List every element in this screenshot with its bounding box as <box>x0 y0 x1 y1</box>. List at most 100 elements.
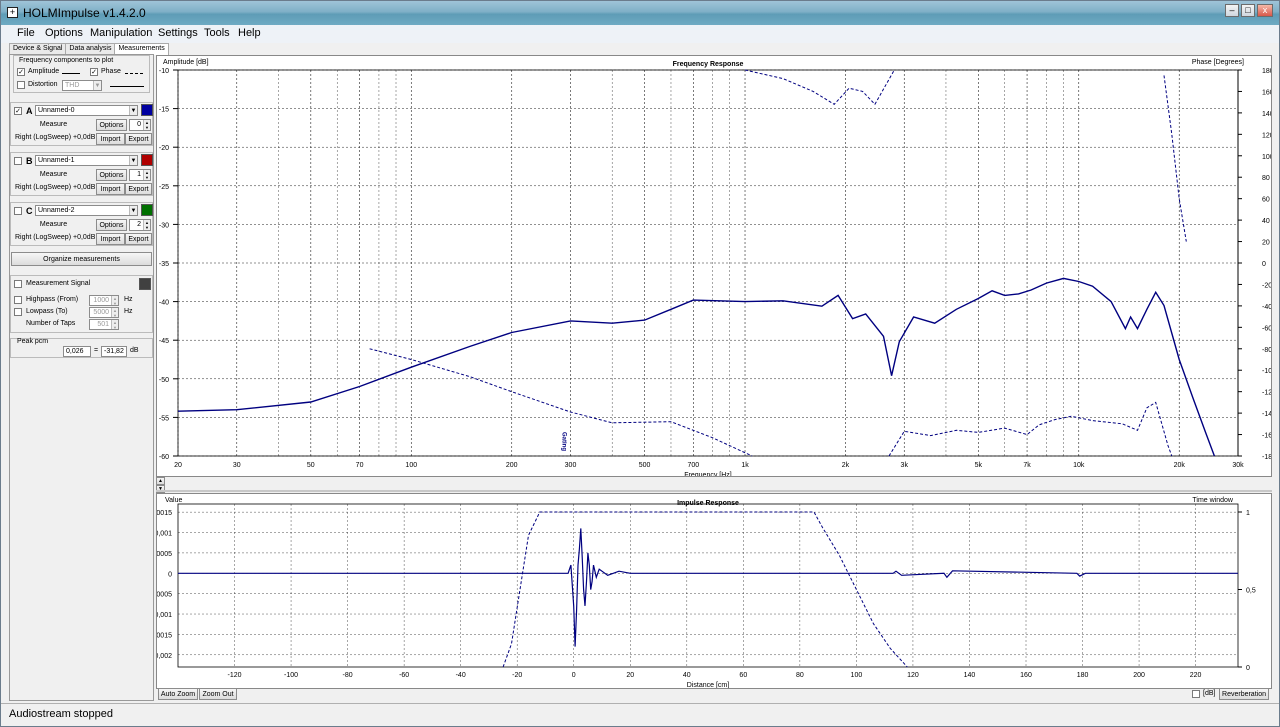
menu-manipulation[interactable]: Manipulation <box>90 27 152 39</box>
measurement-c-name-select[interactable]: Unnamed-2 ▼ <box>35 205 138 216</box>
lowpass-label: Lowpass (To) <box>26 308 68 315</box>
title-bar[interactable]: + HOLMImpulse v1.4.2.0 – □ x <box>1 1 1279 25</box>
measurement-b-index-spinner[interactable]: 1 ▲ ▼ <box>129 169 151 181</box>
expand-up-button[interactable]: ▲ <box>156 477 165 485</box>
measurement-c-color-swatch[interactable] <box>141 204 153 216</box>
frequency-response-panel[interactable]: -10 -15 -20 -25 -30 -35 -40 -45 -50 -55 -60 180 160 1… <box>156 55 1276 479</box>
measurement-c-export-button[interactable]: Export <box>125 233 152 245</box>
phase-checkbox[interactable]: ✓ <box>90 68 98 76</box>
minimize-button[interactable]: – <box>1225 4 1239 17</box>
spinner-arrows-icon[interactable]: ▲ ▼ <box>143 220 150 230</box>
measurement-c-measure-button[interactable]: Measure <box>13 219 94 231</box>
spinner-arrows-icon[interactable]: ▲ ▼ <box>143 170 150 180</box>
tab-data-analysis[interactable]: Data analysis <box>65 43 116 54</box>
measurement-a-color-swatch[interactable] <box>141 104 153 116</box>
x-tick-label: 5k <box>975 462 983 469</box>
measurement-a-measure-button[interactable]: Measure <box>13 119 94 131</box>
tab-device-signal[interactable]: Device & Signal <box>9 43 67 54</box>
measurement-b-options-button[interactable]: Options <box>96 169 127 181</box>
y2-tick-label: 0 <box>1262 261 1266 268</box>
taps-value: 501 <box>97 321 109 328</box>
measurement-b-name-select[interactable]: Unnamed-1 ▼ <box>35 155 138 166</box>
lowpass-spinner[interactable]: 5000 ▲ ▼ <box>89 307 119 318</box>
y2-axis-label: Phase [Degrees] <box>1192 59 1244 66</box>
measurement-c-checkbox[interactable] <box>14 207 22 215</box>
maximize-button[interactable]: □ <box>1241 4 1255 17</box>
measurement-c-import-button[interactable]: Import <box>96 233 125 245</box>
menu-help[interactable]: Help <box>238 27 261 39</box>
y-tick-label: -0,0005 <box>157 592 172 599</box>
app-window: + HOLMImpulse v1.4.2.0 – □ x File Option… <box>0 0 1280 727</box>
measurement-a-options-button[interactable]: Options <box>96 119 127 131</box>
distortion-select[interactable]: THD ▼ <box>62 80 102 91</box>
measurements-panel: Frequency components to plot ✓ Amplitude… <box>9 54 154 701</box>
menu-tools[interactable]: Tools <box>204 27 230 39</box>
y2-tick-label: -140 <box>1262 411 1271 418</box>
spinner-arrows-icon[interactable]: ▲ ▼ <box>111 296 118 306</box>
spinner-arrows-icon[interactable]: ▲ ▼ <box>111 320 118 330</box>
y-tick-label: -20 <box>159 145 169 152</box>
measurement-a-index-spinner[interactable]: 0 ▲ ▼ <box>129 119 151 131</box>
peak-pcm-field[interactable]: 0,026 <box>63 346 91 357</box>
measurement-signal-checkbox[interactable] <box>14 280 22 288</box>
y2-tick-label: 1 <box>1246 510 1250 517</box>
spinner-arrows-icon[interactable]: ▲ ▼ <box>111 308 118 318</box>
auto-zoom-button[interactable]: Auto Zoom <box>158 688 198 700</box>
measurement-c-options-button[interactable]: Options <box>96 219 127 231</box>
status-bar: Audiostream stopped <box>1 703 1279 726</box>
splitter[interactable] <box>156 490 1272 492</box>
peak-db-field[interactable]: -31,82 <box>101 346 127 357</box>
measurement-a-export-button[interactable]: Export <box>125 133 152 145</box>
lowpass-checkbox[interactable] <box>14 308 22 316</box>
x-tick-label: 120 <box>907 672 919 679</box>
y2-tick-label: -60 <box>1262 325 1271 332</box>
measurement-b-import-button[interactable]: Import <box>96 183 125 195</box>
zoom-out-button[interactable]: Zoom Out <box>199 688 237 700</box>
y-tick-label: -35 <box>159 261 169 268</box>
taps-spinner[interactable]: 501 ▲ ▼ <box>89 319 119 330</box>
measurement-a-import-button[interactable]: Import <box>96 133 125 145</box>
x-tick-label: 30k <box>1232 462 1244 469</box>
menu-file[interactable]: File <box>17 27 35 39</box>
phase-line-sample <box>125 73 143 74</box>
phase-label: Phase <box>101 68 121 75</box>
close-button[interactable]: x <box>1257 4 1273 17</box>
menu-settings[interactable]: Settings <box>158 27 198 39</box>
x-tick-label: 3k <box>901 462 909 469</box>
y-tick-label: -15 <box>159 107 169 114</box>
measurement-b-color-swatch[interactable] <box>141 154 153 166</box>
x-tick-label: 100 <box>405 462 417 469</box>
measurement-b-measure-button[interactable]: Measure <box>13 169 94 181</box>
measurement-c-index-spinner[interactable]: 2 ▲ ▼ <box>129 219 151 231</box>
frequency-response-chart[interactable]: -10 -15 -20 -25 -30 -35 -40 -45 -50 -55 -60 180 160 1… <box>157 56 1276 479</box>
measurement-b-export-button[interactable]: Export <box>125 183 152 195</box>
measurement-b-checkbox[interactable] <box>14 157 22 165</box>
measurement-c-letter: C <box>26 206 33 216</box>
db-checkbox[interactable] <box>1192 690 1200 698</box>
reverberation-button[interactable]: Reverberation <box>1219 688 1269 700</box>
y2-tick-label: -100 <box>1262 368 1271 375</box>
spinner-arrows-icon[interactable]: ▲ ▼ <box>143 120 150 130</box>
x-tick-label: 300 <box>565 462 577 469</box>
menu-options[interactable]: Options <box>45 27 83 39</box>
impulse-response-chart[interactable]: -120 -100 -80 -60 -40 -20 0 20 40 60 80 100 120 140 16… <box>148 494 1271 689</box>
distortion-checkbox[interactable] <box>17 81 25 89</box>
measurement-a-group: ✓ A Unnamed-0 ▼ Measure Options 0 ▲ ▼ Right… <box>10 102 153 146</box>
amplitude-checkbox[interactable]: ✓ <box>17 68 25 76</box>
impulse-response-panel[interactable]: -120 -100 -80 -60 -40 -20 0 20 40 60 80 100 120 140 16… <box>148 493 1272 689</box>
y2-tick-label: 0,5 <box>1246 588 1256 595</box>
chevron-down-icon: ▼ <box>129 106 137 115</box>
y-tick-label: -40 <box>159 300 169 307</box>
phase-series-line-4 <box>1163 75 1187 242</box>
measurement-a-checkbox[interactable]: ✓ <box>14 107 22 115</box>
highpass-checkbox[interactable] <box>14 296 22 304</box>
y2-tick-label: 180 <box>1262 68 1271 75</box>
measurement-a-name-select[interactable]: Unnamed-0 ▼ <box>35 105 138 116</box>
measurement-b-group: B Unnamed-1 ▼ Measure Options 1 ▲ ▼ Right (… <box>10 152 153 196</box>
highpass-spinner[interactable]: 1000 ▲ ▼ <box>89 295 119 306</box>
x-tick-label: 100 <box>851 672 863 679</box>
chevron-down-icon: ▼ <box>129 206 137 215</box>
frequency-components-group: Frequency components to plot ✓ Amplitude… <box>13 55 150 93</box>
measurement-signal-color-swatch[interactable] <box>139 278 151 290</box>
organize-measurements-button[interactable]: Organize measurements <box>11 252 152 266</box>
